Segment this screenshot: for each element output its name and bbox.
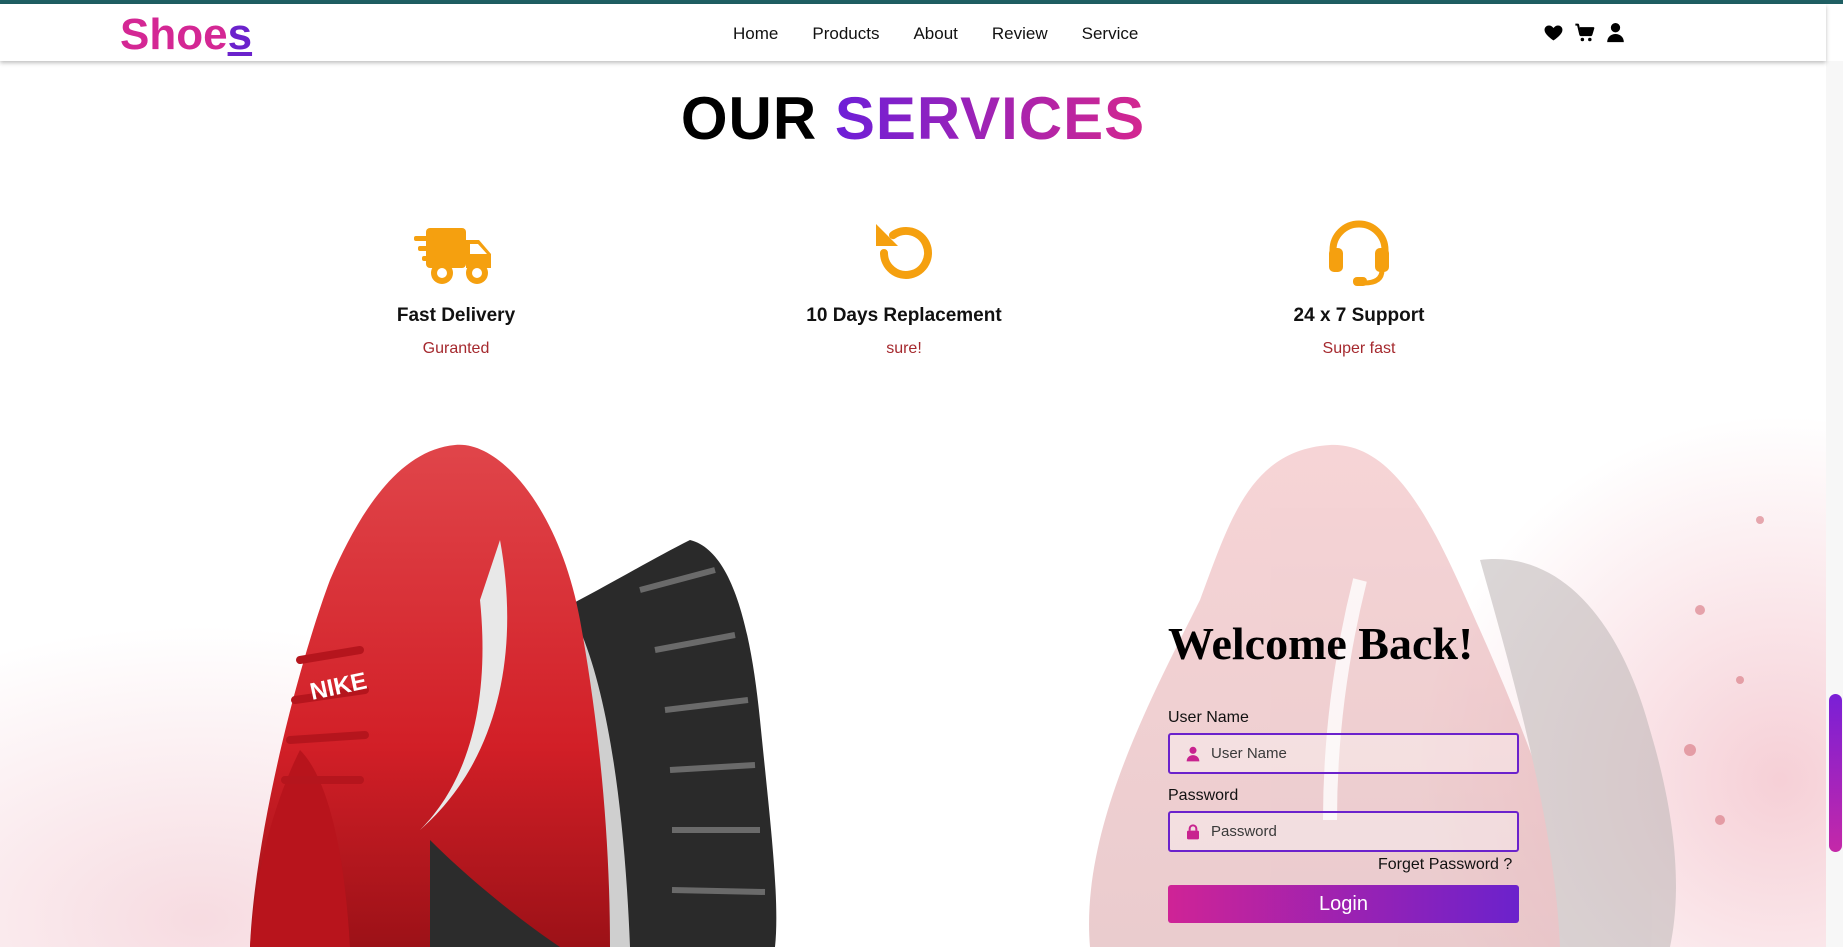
service-subtitle: Guranted (422, 340, 490, 357)
services-title: OUR SERVICES (680, 85, 1146, 152)
cart-icon[interactable] (1574, 22, 1595, 43)
navbar: Shoes Home Products About Review Service (0, 4, 1826, 61)
username-label: User Name (1168, 709, 1249, 726)
heart-icon[interactable] (1543, 22, 1564, 43)
service-card-delivery: Fast Delivery Guranted (306, 218, 606, 358)
scrollbar-thumb[interactable] (1829, 694, 1842, 852)
service-title: 10 Days Replacement (806, 305, 1002, 326)
rotate-icon (862, 218, 946, 288)
delivery-truck-icon (414, 218, 498, 288)
password-label: Password (1168, 787, 1239, 804)
headset-icon (1317, 218, 1401, 288)
nav-link-review[interactable]: Review (992, 24, 1048, 44)
nav-links: Home Products About Review Service (733, 24, 1172, 44)
service-title: 24 x 7 Support (1293, 305, 1425, 326)
login-heading: Welcome Back! (1168, 618, 1474, 669)
password-field[interactable] (1168, 811, 1519, 852)
hero-login-section: NIKE (0, 400, 1826, 947)
user-icon[interactable] (1605, 22, 1626, 43)
nav-link-products[interactable]: Products (812, 24, 879, 44)
sneaker-image: NIKE (250, 444, 1764, 947)
password-input[interactable] (1211, 823, 1501, 840)
login-button[interactable]: Login (1168, 885, 1519, 923)
nav-link-about[interactable]: About (913, 24, 957, 44)
service-subtitle: Super fast (1322, 340, 1396, 357)
service-card-support: 24 x 7 Support Super fast (1209, 218, 1509, 358)
nav-icons (1543, 22, 1626, 43)
service-title: Fast Delivery (396, 305, 516, 326)
logo[interactable]: Shoes (120, 10, 252, 60)
nav-link-home[interactable]: Home (733, 24, 778, 44)
nav-link-service[interactable]: Service (1082, 24, 1139, 44)
user-icon (1185, 746, 1201, 762)
service-card-replacement: 10 Days Replacement sure! (754, 218, 1054, 358)
service-subtitle: sure! (886, 340, 922, 357)
username-input[interactable] (1211, 745, 1501, 762)
lock-icon (1185, 823, 1201, 840)
username-field[interactable] (1168, 733, 1519, 774)
forget-password-link[interactable]: Forget Password ? (1378, 856, 1512, 874)
